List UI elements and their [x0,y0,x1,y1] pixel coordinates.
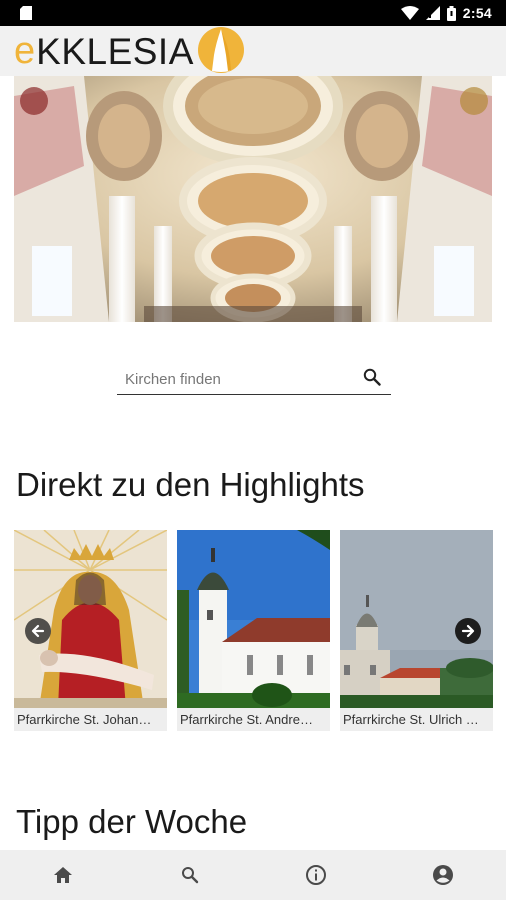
church-image [177,530,330,708]
search-input[interactable] [125,365,345,388]
highlights-carousel: Pfarrkirche St. Johan… Pfarrkirche St. A… [14,530,493,731]
nav-info[interactable] [286,850,346,900]
hero-image [14,76,492,322]
battery-icon [446,5,456,21]
card-label: Pfarrkirche St. Johan… [14,708,167,731]
search-icon [363,368,381,386]
app-header: e KKLESIA [0,26,506,76]
nav-search[interactable] [160,850,220,900]
status-bar: 2:54 [0,0,506,26]
info-icon [306,865,327,885]
bottom-navigation [0,850,506,900]
signal-icon [425,6,440,20]
carousel-prev-button[interactable] [25,618,51,644]
brand-prefix: e [14,30,36,72]
church-ceiling-image [14,76,492,322]
church-logo-icon [197,27,244,73]
brand-name: KKLESIA [36,30,194,72]
arrow-right-icon [461,624,475,638]
arrow-left-icon [31,624,45,638]
search-button[interactable] [361,366,383,388]
brand-logo[interactable]: e KKLESIA [14,26,246,76]
carousel-next-button[interactable] [455,618,481,644]
card-label: Pfarrkirche St. Ulrich … [340,708,493,731]
section-title-highlights: Direkt zu den Highlights [16,466,365,503]
status-time: 2:54 [462,5,492,21]
section-title-tipp: Tipp der Woche [16,803,248,840]
account-icon [432,865,453,885]
sd-card-icon [20,6,32,20]
wifi-icon [400,6,419,20]
search-bar [117,359,391,395]
search-icon [181,867,198,884]
home-icon [54,867,73,883]
card-label: Pfarrkirche St. Andre… [177,708,330,731]
highlight-card[interactable]: Pfarrkirche St. Andre… [177,530,330,731]
nav-home[interactable] [33,850,93,900]
nav-account[interactable] [413,850,473,900]
